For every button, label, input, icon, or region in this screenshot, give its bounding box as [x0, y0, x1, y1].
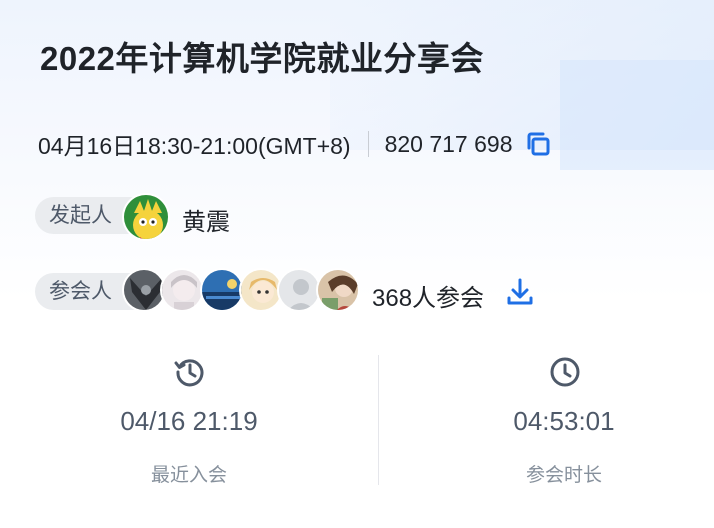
clock-icon: [548, 355, 582, 389]
last-join-label: 最近入会: [150, 465, 227, 486]
last-join-value: 04/16 21:19: [120, 406, 258, 436]
meeting-datetime: 04月16日18:30-21:00(GMT+8): [38, 133, 351, 159]
history-icon: [173, 355, 207, 389]
divider: [367, 131, 369, 157]
meeting-id: 820 717 698: [384, 130, 513, 157]
attendee-count: 368人参会: [372, 285, 485, 312]
attendee-avatar[interactable]: [160, 268, 204, 312]
attendee-avatar[interactable]: [200, 268, 244, 312]
copy-icon[interactable]: [524, 130, 552, 158]
duration-label: 参会时长: [525, 465, 602, 486]
host-avatar[interactable]: [122, 193, 170, 241]
duration-value: 04:53:01: [513, 406, 615, 436]
attendee-avatar[interactable]: [277, 268, 321, 312]
download-icon[interactable]: [504, 276, 536, 308]
attendee-avatar[interactable]: [316, 268, 360, 312]
host-label: 发起人: [49, 204, 112, 227]
meeting-info-row: 04月16日18:30-21:00(GMT+8) 820 717 698: [38, 128, 552, 160]
meeting-title: 2022年计算机学院就业分享会: [40, 40, 484, 77]
decorative-shape: [560, 60, 714, 170]
host-name: 黄震: [182, 209, 230, 236]
stats-divider: [378, 355, 379, 485]
attendees-label: 参会人: [49, 280, 112, 303]
